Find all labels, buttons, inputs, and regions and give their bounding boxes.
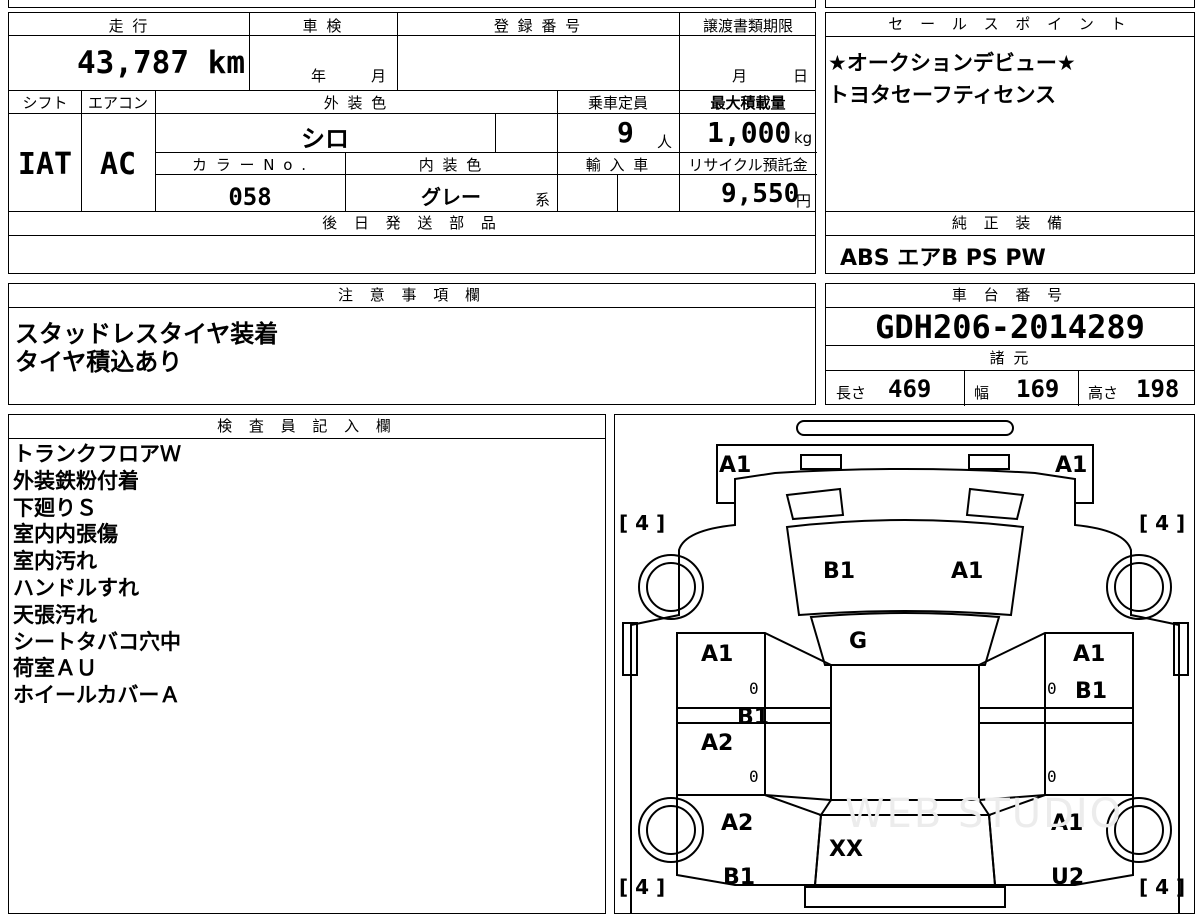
transfer-month-unit: 月 — [732, 67, 748, 85]
inspector-line: 室内汚れ — [13, 549, 97, 574]
mark-right-rear-bottom: U2 — [1051, 865, 1085, 890]
ac-value: AC — [99, 147, 137, 182]
tire-right-top: [ 4 ] — [1139, 511, 1186, 535]
mileage-number: 43,787 — [77, 45, 189, 81]
vehicle-info-table: 走 行 車 検 登 録 番 号 譲渡書類期限 43,787 km 年 月 月 日… — [8, 12, 817, 213]
mark-rear: XX — [829, 837, 863, 862]
inspector-box: 検 査 員 記 入 欄 トランクフロアＷ 外装鉄粉付着 下廻りＳ 室内内張傷 室… — [8, 414, 606, 914]
mark-left-front-door-zero: 0 — [749, 679, 759, 698]
max-load-unit: kg — [794, 129, 813, 147]
mark-hood-left: B1 — [823, 559, 856, 584]
shift-value: IAT — [17, 147, 73, 182]
color-no-value: 058 — [228, 183, 272, 211]
mark-left-rear-quarter: A2 — [721, 811, 754, 836]
note-2: タイヤ積込あり — [15, 348, 183, 376]
width-label: 幅 — [974, 384, 990, 402]
height-value: 198 — [1136, 375, 1180, 403]
inspector-label: 検 査 員 記 入 欄 — [9, 415, 605, 439]
interior-color-value: グレー — [421, 185, 481, 209]
exterior-color-value: シロ — [301, 125, 349, 153]
exterior-color-label: 外 装 色 — [323, 94, 389, 112]
mark-left-mid: B1 — [737, 705, 770, 730]
inspector-lines: トランクフロアＷ 外装鉄粉付着 下廻りＳ 室内内張傷 室内汚れ ハンドルすれ 天… — [13, 441, 181, 709]
transfer-deadline-label: 譲渡書類期限 — [702, 17, 793, 35]
color-no-label: カ ラ ー N o . — [191, 156, 308, 174]
chassis-label: 車 台 番 号 — [826, 284, 1194, 308]
sales-point-label: セ ー ル ス ポ イ ン ト — [826, 13, 1194, 37]
inspector-line: 室内内張傷 — [13, 522, 118, 547]
spec-label: 諸 元 — [989, 349, 1031, 367]
shift-label: シフト — [22, 94, 68, 112]
sales-point-box: セ ー ル ス ポ イ ン ト ★オークションデビュー★ トヨタセーフティセンス — [825, 12, 1195, 212]
mileage-value: 43,787 km — [77, 45, 245, 81]
mark-front-left: A1 — [719, 453, 752, 478]
mark-right-front-door: A1 — [1073, 642, 1106, 667]
tire-right-bottom: [ 4 ] — [1139, 875, 1186, 899]
mark-left-rear-door-zero: 0 — [749, 767, 759, 786]
registration-label: 登 録 番 号 — [493, 17, 583, 35]
height-label: 高さ — [1088, 384, 1119, 402]
length-label: 長さ — [836, 384, 867, 402]
chassis-box: 車 台 番 号 GDH206-2014289 諸 元 長さ 469 幅 169 … — [825, 283, 1195, 406]
inspection-month-unit: 月 — [371, 67, 387, 85]
watermark: WEB STUDIO — [845, 791, 1124, 837]
capacity-unit: 人 — [657, 133, 673, 151]
sales-point-1: ★オークションデビュー★ — [828, 51, 1076, 75]
transfer-day-unit: 日 — [793, 67, 809, 85]
inspector-line: トランクフロアＷ — [13, 442, 181, 466]
notes-box: 注 意 事 項 欄 スタッドレスタイヤ装着 タイヤ積込あり — [8, 283, 816, 405]
ac-label: エアコン — [87, 94, 148, 112]
mark-right-mid: B1 — [1075, 679, 1108, 704]
tire-left-top: [ 4 ] — [619, 511, 666, 535]
interior-color-label: 内 装 色 — [418, 156, 484, 174]
chassis-number: GDH206-2014289 — [875, 308, 1145, 346]
mark-windshield: G — [849, 629, 868, 654]
inspector-line: 荷室ＡＵ — [13, 656, 97, 681]
max-load-value: 1,000 — [707, 116, 792, 149]
length-value: 469 — [888, 375, 932, 403]
mark-left-rear-bottom: B1 — [723, 865, 756, 890]
mark-front-right: A1 — [1055, 453, 1088, 478]
inspector-line: ホイールカバーＡ — [13, 683, 181, 708]
mark-hood-right: A1 — [951, 559, 984, 584]
recycle-fee-value: 9,550 — [721, 179, 800, 209]
later-parts-box: 後 日 発 送 部 品 — [8, 211, 816, 274]
car-diagram-box: [ 4 ] [ 4 ] [ 4 ] [ 4 ] A1 A1 B1 A1 G A1… — [614, 414, 1195, 914]
capacity-label: 乗車定員 — [587, 94, 648, 112]
tire-left-bottom: [ 4 ] — [619, 875, 666, 899]
sales-point-2: トヨタセーフティセンス — [828, 83, 1057, 107]
inspection-label: 車 検 — [302, 17, 344, 35]
top-stub-row — [8, 0, 816, 8]
max-load-label: 最大積載量 — [710, 94, 786, 112]
mark-right-rear-door-zero: 0 — [1047, 767, 1057, 786]
notes-label: 注 意 事 項 欄 — [9, 284, 815, 308]
later-parts-label: 後 日 発 送 部 品 — [9, 212, 815, 236]
equipment-box: 純 正 装 備 ABS エアB PS PW — [825, 211, 1195, 274]
equipment-label: 純 正 装 備 — [826, 212, 1194, 236]
import-label: 輸 入 車 — [585, 156, 651, 174]
mileage-unit: km — [207, 45, 245, 81]
inspector-line: 下廻りＳ — [13, 495, 97, 520]
capacity-value: 9 — [617, 116, 634, 149]
mark-right-front-door-zero: 0 — [1047, 679, 1057, 698]
mileage-label: 走 行 — [108, 17, 150, 35]
interior-color-suffix: 系 — [535, 191, 551, 209]
top-stub-right — [825, 0, 1195, 8]
recycle-fee-unit: 円 — [796, 192, 812, 210]
inspector-line: 外装鉄粉付着 — [13, 468, 139, 493]
inspection-year-unit: 年 — [311, 67, 327, 85]
mark-left-rear-door: A2 — [701, 731, 734, 756]
width-value: 169 — [1016, 375, 1060, 403]
inspector-line: ハンドルすれ — [13, 575, 139, 600]
inspector-line: 天張汚れ — [13, 602, 97, 627]
mark-left-front-door: A1 — [701, 642, 734, 667]
equipment-items: ABS エアB PS PW — [840, 246, 1046, 271]
recycle-fee-label: リサイクル預託金 — [688, 156, 808, 174]
inspector-line: シートタバコ穴中 — [13, 629, 181, 654]
